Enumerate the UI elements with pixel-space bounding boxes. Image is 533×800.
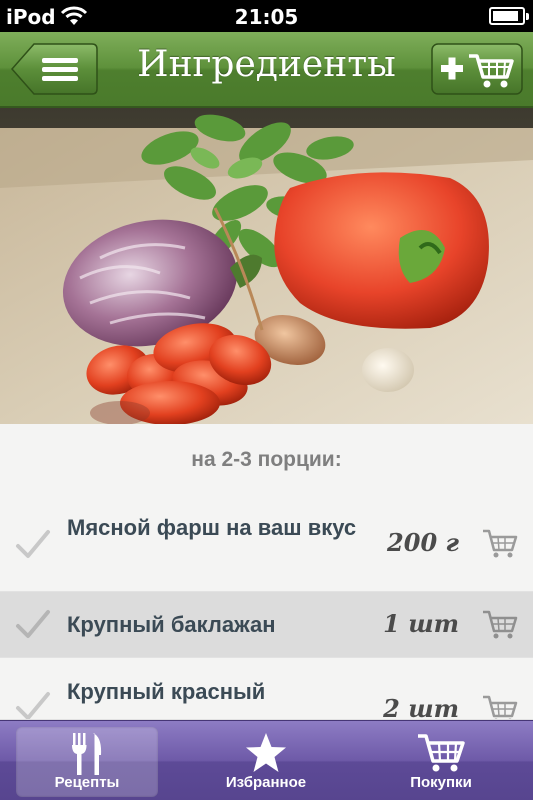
ingredient-quantity: 200 г (387, 528, 459, 557)
tab-recipes[interactable]: Рецепты (16, 727, 158, 797)
tab-shopping[interactable]: Покупки (370, 727, 512, 797)
shopping-cart-icon (416, 731, 466, 780)
ingredient-quantity: 1 шт (383, 609, 459, 638)
ingredient-name: Крупный баклажан (67, 612, 276, 637)
tab-label: Покупки (410, 774, 472, 791)
checkmark-icon[interactable] (14, 690, 52, 719)
tab-bar: Рецепты Избранное Покупки (0, 720, 533, 800)
tab-label: Рецепты (54, 774, 120, 791)
ingredient-name: Крупный красный (67, 679, 266, 704)
cart-icon[interactable] (481, 528, 519, 560)
ingredient-row[interactable]: Мясной фарш на ваш вкус 200 г (0, 500, 533, 592)
checkmark-icon[interactable] (14, 608, 52, 642)
recipe-photo (0, 108, 533, 424)
cart-icon[interactable] (481, 694, 519, 719)
menu-back-button[interactable] (10, 43, 98, 95)
navigation-bar: Ингредиенты (0, 32, 533, 108)
cart-icon[interactable] (481, 609, 519, 641)
ingredient-quantity: 2 шт (383, 694, 459, 720)
status-bar: iPod 21:05 (0, 0, 533, 32)
ingredient-row[interactable]: Крупный баклажан 1 шт (0, 592, 533, 658)
menu-list-icon (42, 58, 78, 81)
clock-time: 21:05 (234, 5, 299, 29)
tab-label: Избранное (225, 774, 307, 791)
servings-label: на 2-3 порции: (191, 448, 342, 471)
checkmark-icon[interactable] (14, 528, 52, 562)
star-icon (244, 731, 288, 780)
ingredient-row[interactable]: Крупный красный 2 шт (0, 658, 533, 720)
add-to-cart-button[interactable] (431, 43, 523, 95)
page-title: Ингредиенты (137, 44, 396, 85)
battery-icon (489, 7, 529, 25)
tab-favorites[interactable]: Избранное (195, 727, 337, 797)
ingredient-name: Мясной фарш на ваш вкус (67, 515, 357, 540)
